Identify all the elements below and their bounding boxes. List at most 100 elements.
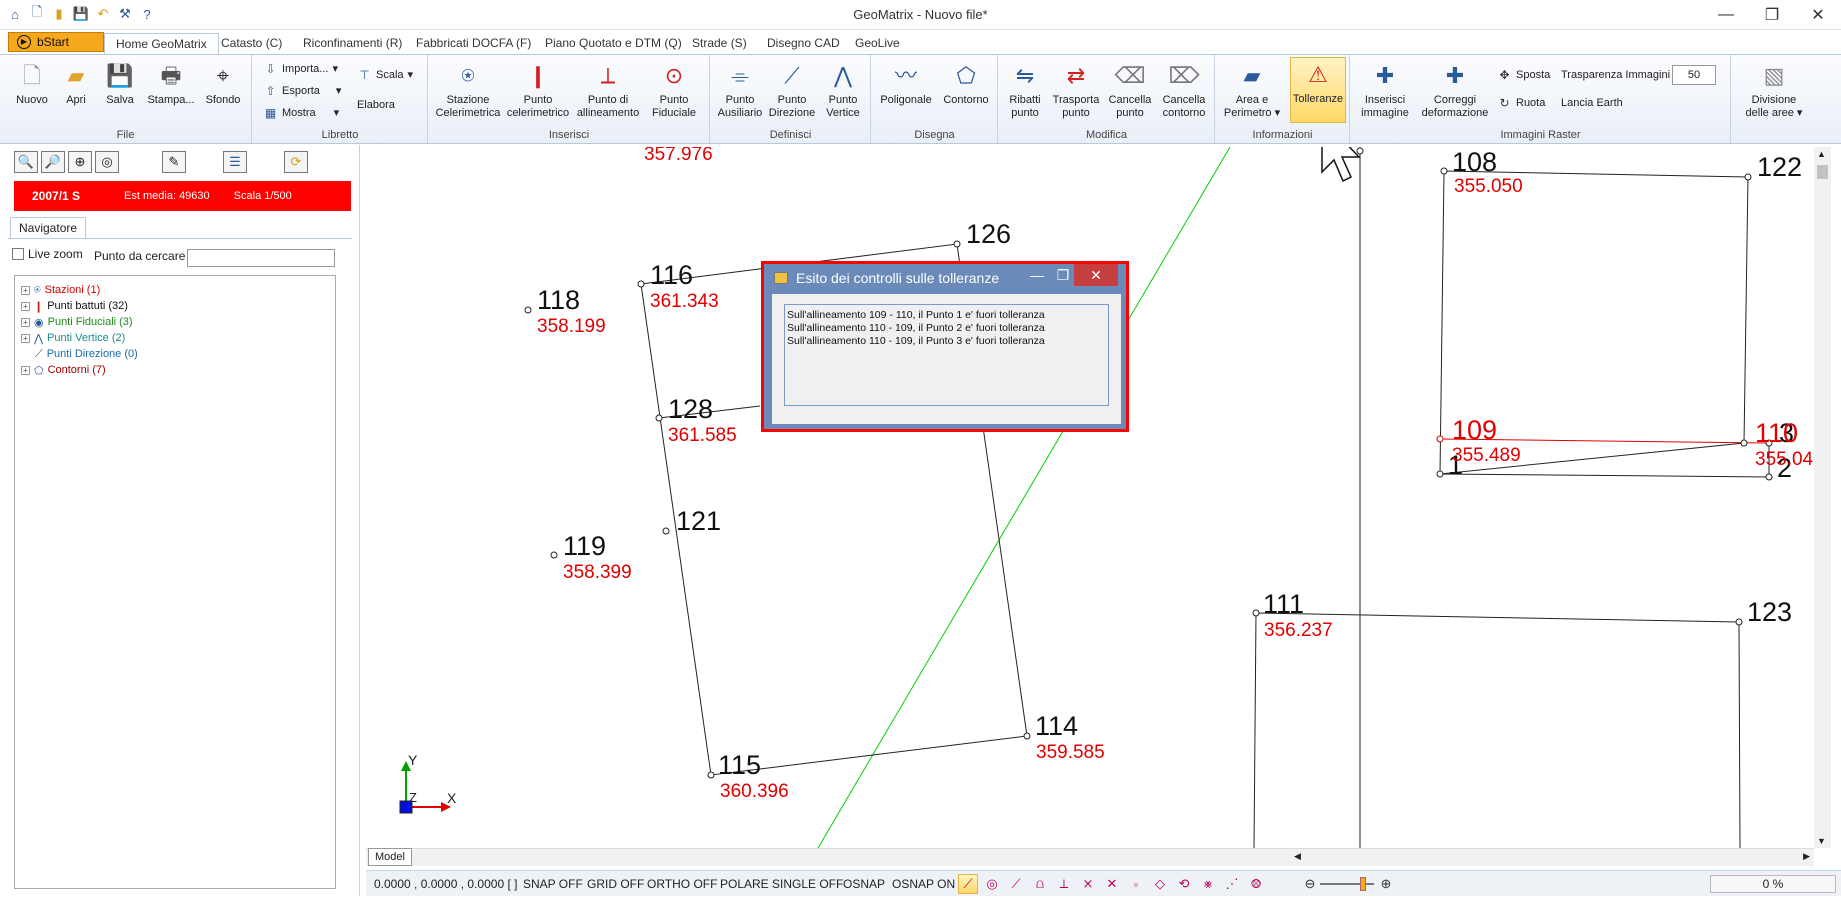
trasparenza-input[interactable]: 50 <box>1672 65 1716 85</box>
snap-endpoint-icon[interactable]: ⟋ <box>958 874 978 894</box>
lancia-earth-button[interactable]: Lancia Earth <box>1561 97 1623 109</box>
snap-quadrant-icon[interactable]: ◇ <box>1150 874 1170 894</box>
stampa-button[interactable]: 🖶 Stampa... <box>144 59 198 107</box>
zoom-extents-icon[interactable]: ⊕ <box>68 151 92 173</box>
expand-icon[interactable]: + <box>21 333 30 343</box>
snap-clear-icon[interactable]: ⨷ <box>1246 874 1266 894</box>
tab-model[interactable]: Model <box>368 848 412 866</box>
tab-catasto[interactable]: Catasto (C) <box>210 33 293 54</box>
tab-navigatore[interactable]: Navigatore <box>10 217 87 239</box>
mostra-button[interactable]: ▦ Mostra ▾ <box>263 105 339 120</box>
zoom-in-icon[interactable]: ⊕ <box>1376 874 1396 894</box>
tab-fabbricati-docfa[interactable]: Fabbricati DOCFA (F) <box>405 33 542 54</box>
live-zoom-checkbox[interactable]: Live zoom <box>12 247 83 261</box>
punto-celerimetrico-button[interactable]: ❙ Punto celerimetrico <box>505 59 571 120</box>
vertical-scrollbar[interactable]: ▲ ▼ <box>1814 147 1831 848</box>
elabora-button[interactable]: Elabora <box>357 99 395 111</box>
cancella-contorno-button[interactable]: ⌦ Cancella contorno <box>1157 59 1211 120</box>
sposta-button[interactable]: ✥ Sposta <box>1497 67 1550 82</box>
tree-item-punti-fiduciali[interactable]: + ◉ Punti Fiduciali (3) <box>21 314 133 330</box>
punto-fiduciale-button[interactable]: ⊙ Punto Fiduciale <box>643 59 705 120</box>
punto-direzione-button[interactable]: ⟋ Punto Direzione <box>767 59 817 120</box>
minimize-button[interactable]: — <box>1703 0 1749 30</box>
snap-center-icon[interactable]: ◎ <box>982 874 1002 894</box>
tree-item-contorni[interactable]: + ⬠ Contorni (7) <box>21 362 106 378</box>
zoom-slider[interactable] <box>1320 877 1374 891</box>
tree-item-stazioni[interactable]: + ⍟ Stazioni (1) <box>21 282 100 298</box>
cancella-punto-button[interactable]: ⌫ Cancella punto <box>1105 59 1155 120</box>
tab-home-geomatrix[interactable]: Home GeoMatrix <box>104 33 219 55</box>
snap-midpoint-icon[interactable]: ⩍ <box>1030 874 1050 894</box>
tab-geolive[interactable]: GeoLive <box>844 33 911 54</box>
tab-strade[interactable]: Strade (S) <box>681 33 758 54</box>
polare-toggle[interactable]: POLARE <box>720 877 769 891</box>
pen-icon[interactable]: ✎ <box>162 151 186 173</box>
tab-disegno-cad[interactable]: Disegno CAD <box>756 33 851 54</box>
bstart-button[interactable]: ▶ bStart <box>8 32 104 52</box>
zoom-target-icon[interactable]: ◎ <box>95 151 119 173</box>
grid-toggle[interactable]: GRID OFF <box>587 877 644 891</box>
scroll-down-icon[interactable]: ▼ <box>1817 836 1826 846</box>
snap-apparent-icon[interactable]: ⨳ <box>1198 874 1218 894</box>
tab-riconfinamenti[interactable]: Riconfinamenti (R) <box>292 33 413 54</box>
expand-icon[interactable]: + <box>21 301 30 311</box>
snap-perpendicular-icon[interactable]: ⟂ <box>1054 874 1074 894</box>
scroll-left-icon[interactable]: ◀ <box>1294 851 1301 862</box>
snap-extension-icon[interactable]: ⋰ <box>1222 874 1242 894</box>
trasporta-punto-button[interactable]: ⇄ Trasporta punto <box>1049 59 1103 120</box>
zoom-out-icon[interactable]: 🔎 <box>41 151 65 173</box>
osnap-on-toggle[interactable]: OSNAP ON <box>892 877 955 891</box>
zoom-in-icon[interactable]: 🔍 <box>14 151 38 173</box>
apri-button[interactable]: ▰ Apri <box>56 59 96 107</box>
snap-intersection-icon[interactable]: ⨯ <box>1078 874 1098 894</box>
punto-allineamento-button[interactable]: ⟂ Punto di allineamento <box>575 59 641 120</box>
zoom-out-icon[interactable]: ⊖ <box>1300 874 1320 894</box>
dialog-close-button[interactable]: ✕ <box>1074 264 1118 286</box>
horizontal-scrollbar[interactable]: ◀ ▶ <box>366 848 1814 866</box>
dialog-message-list[interactable]: Sull'allineamento 109 - 110, il Punto 1 … <box>784 304 1109 406</box>
contorno-button[interactable]: ⬠ Contorno <box>938 59 994 107</box>
expand-icon[interactable]: + <box>21 365 30 375</box>
drawing-svg[interactable]: 116 126 118 128 121 119 114 115 108 122 … <box>366 147 1814 848</box>
esporta-button[interactable]: ⇧ Esporta ▾ <box>263 83 341 98</box>
tab-piano-quotato[interactable]: Piano Quotato e DTM (Q) <box>534 33 693 54</box>
importa-button[interactable]: ⇩ Importa... ▾ <box>263 61 338 76</box>
nuovo-button[interactable]: 🗋 Nuovo <box>12 59 52 107</box>
punto-vertice-button[interactable]: ⋀ Punto Vertice <box>819 59 867 120</box>
snap-toggle[interactable]: SNAP OFF <box>523 877 583 891</box>
tolleranze-button[interactable]: ⚠ Tolleranze <box>1290 57 1346 123</box>
tolerance-results-dialog[interactable]: Esito dei controlli sulle tolleranze — ❐… <box>761 261 1129 432</box>
scroll-right-icon[interactable]: ▶ <box>1803 851 1810 862</box>
snap-node-icon[interactable]: ◦ <box>1126 874 1146 894</box>
inserisci-immagine-button[interactable]: ✚ Inserisci immagine <box>1357 59 1413 120</box>
salva-button[interactable]: 💾 Salva <box>100 59 140 107</box>
snap-tangent-icon[interactable]: ⟋ <box>1006 874 1026 894</box>
expand-icon[interactable]: + <box>21 317 30 327</box>
maximize-button[interactable]: ❐ <box>1749 0 1795 30</box>
checkbox-box[interactable] <box>12 248 24 260</box>
single-toggle[interactable]: SINGLE OFF <box>772 877 843 891</box>
scroll-thumb[interactable] <box>1817 165 1828 179</box>
area-perimetro-button[interactable]: ▰ Area e Perimetro ▾ <box>1220 59 1284 120</box>
expand-icon[interactable]: + <box>21 285 30 295</box>
layers-icon[interactable]: ☰ <box>223 151 247 173</box>
snap-nearest-icon[interactable]: ⟲ <box>1174 874 1194 894</box>
refresh-icon[interactable]: ⟳ <box>284 151 308 173</box>
dialog-minimize-button[interactable]: — <box>1024 264 1050 286</box>
correggi-deformazione-button[interactable]: ✚ Correggi deformazione <box>1419 59 1491 120</box>
tree-item-punti-direzione[interactable]: ⟋ Punti Direzione (0) <box>35 346 138 362</box>
drawing-canvas[interactable]: 116 126 118 128 121 119 114 115 108 122 … <box>366 147 1814 848</box>
zoom-slider-thumb[interactable] <box>1360 877 1366 891</box>
scala-button[interactable]: ⊤ Scala ▾ <box>357 67 413 82</box>
stazione-celerimetrica-button[interactable]: ⍟ Stazione Celerimetrica <box>435 59 501 120</box>
punto-ausiliario-button[interactable]: ⌯ Punto Ausiliario <box>715 59 765 120</box>
snap-cross-icon[interactable]: ✕ <box>1102 874 1122 894</box>
punto-da-cercare-input[interactable] <box>187 249 335 267</box>
osnap-button[interactable]: OSNAP <box>843 877 885 891</box>
ruota-button[interactable]: ↻ Ruota <box>1497 95 1545 110</box>
sfondo-button[interactable]: ⌖ Sfondo <box>202 59 244 107</box>
dialog-maximize-button[interactable]: ❐ <box>1050 264 1076 286</box>
poligonale-button[interactable]: 〰 Poligonale <box>876 59 936 107</box>
ortho-toggle[interactable]: ORTHO OFF <box>647 877 717 891</box>
dialog-title-bar[interactable]: Esito dei controlli sulle tolleranze <box>774 270 999 286</box>
